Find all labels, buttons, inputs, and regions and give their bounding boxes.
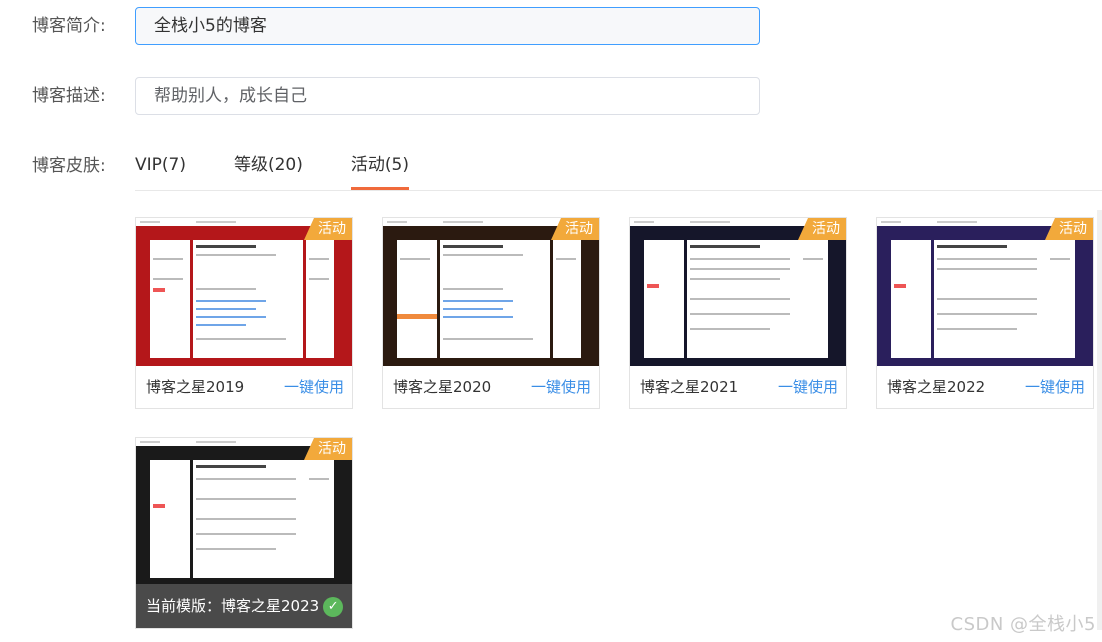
skin-name: 博客之星2020 [393, 378, 492, 396]
skin-name: 博客之星2022 [887, 378, 986, 396]
blog-intro-label: 博客简介: [32, 16, 106, 36]
mock-blog-preview [136, 438, 352, 586]
scrollbar-track[interactable] [1097, 210, 1102, 630]
skin-tabs: VIP(7) 等级(20) 活动(5) [135, 150, 457, 190]
skin-card-2020[interactable]: 活动 博客之星2020 一键使用 [382, 217, 600, 409]
tab-vip[interactable]: VIP(7) [135, 150, 186, 190]
apply-skin-button[interactable]: 一键使用 [1025, 376, 1085, 397]
current-template-label: 当前模版：博客之星2023 [146, 597, 320, 615]
blog-desc-input[interactable]: 帮助别人，成长自己 [135, 77, 760, 115]
skin-thumbnail: 活动 [877, 218, 1093, 366]
skin-thumbnail: 活动 [136, 438, 352, 586]
apply-skin-button[interactable]: 一键使用 [778, 376, 838, 397]
skin-name: 博客之星2019 [146, 378, 245, 396]
skin-card-2023-current[interactable]: 活动 当前模版：博客之星2023 ✓ [135, 437, 353, 629]
mock-blog-preview [877, 218, 1093, 366]
current-template-bar: 当前模版：博客之星2023 ✓ [136, 584, 352, 628]
mock-blog-preview [630, 218, 846, 366]
tabs-divider [135, 190, 1102, 191]
skin-card-2019[interactable]: 活动 博客之星2019 一键使用 [135, 217, 353, 409]
apply-skin-button[interactable]: 一键使用 [531, 376, 591, 397]
apply-skin-button[interactable]: 一键使用 [284, 376, 344, 397]
blog-desc-label: 博客描述: [32, 86, 106, 106]
tab-level[interactable]: 等级(20) [234, 150, 303, 190]
skin-card-2022[interactable]: 活动 博客之星2022 一键使用 [876, 217, 1094, 409]
blog-skin-label: 博客皮肤: [32, 156, 106, 176]
skin-name: 博客之星2021 [640, 378, 739, 396]
skin-card-2021[interactable]: 活动 博客之星2021 一键使用 [629, 217, 847, 409]
skin-thumbnail: 活动 [630, 218, 846, 366]
skin-thumbnail: 活动 [383, 218, 599, 366]
skin-thumbnail: 活动 [136, 218, 352, 366]
mock-blog-preview [383, 218, 599, 366]
mock-blog-preview [136, 218, 352, 366]
check-icon: ✓ [323, 596, 344, 617]
blog-intro-input[interactable]: 全栈小5的博客 [135, 7, 760, 45]
tab-activity[interactable]: 活动(5) [350, 150, 410, 190]
watermark: CSDN @全栈小5 [950, 614, 1096, 635]
